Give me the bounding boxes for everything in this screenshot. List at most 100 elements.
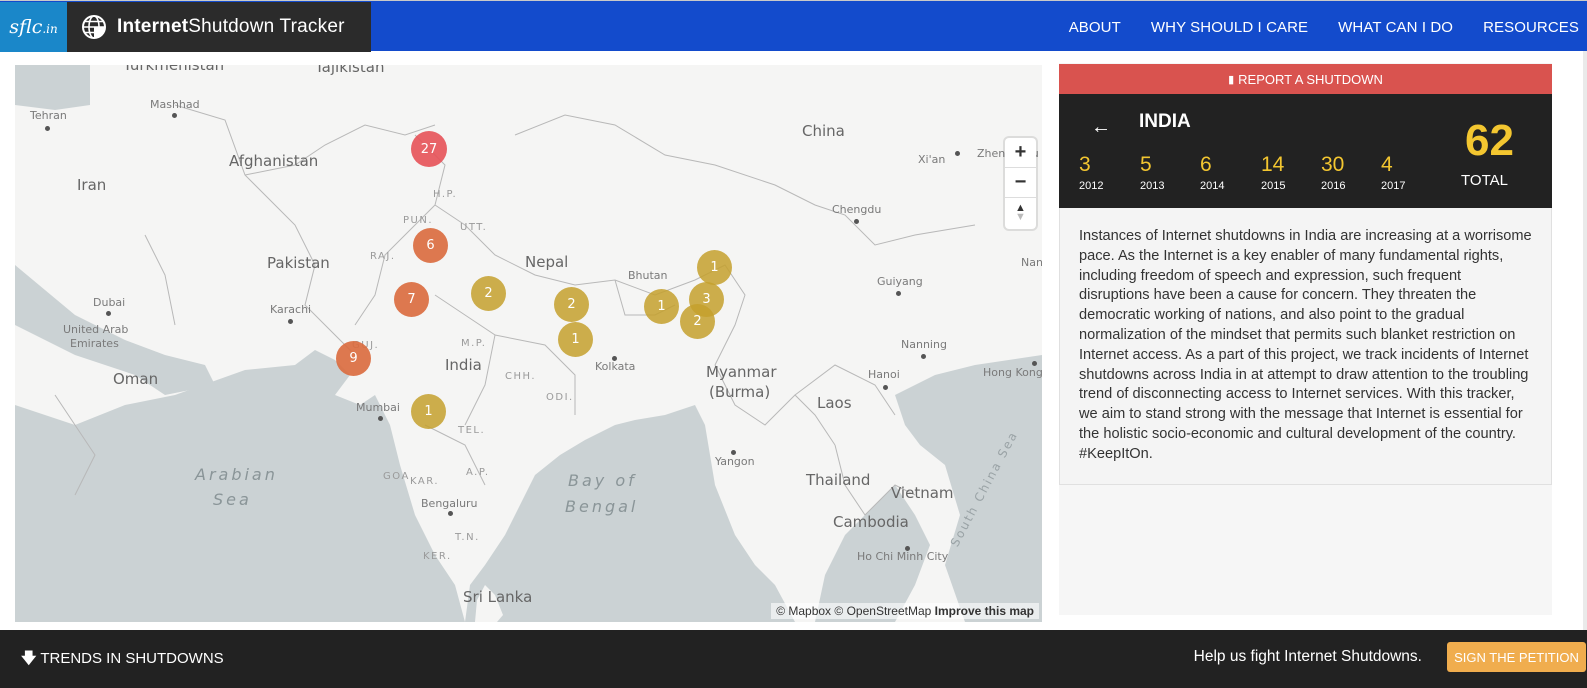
map-zoom-controls: + − ▲ ▼	[1005, 138, 1036, 229]
compass-south-icon: ▼	[1015, 211, 1026, 223]
country-name: INDIA	[1139, 111, 1191, 132]
label-guiyang: Guiyang	[877, 275, 923, 288]
label-india: India	[445, 356, 482, 374]
label-state-pun: PUN.	[403, 215, 434, 226]
label-sri-lanka: Sri Lanka	[463, 588, 533, 606]
sflc-logo[interactable]: sflc.in	[0, 2, 67, 52]
cluster-marker[interactable]: 1	[411, 394, 446, 429]
city-dot-dubai	[106, 311, 111, 316]
city-dot-yangon	[731, 450, 736, 455]
cluster-marker[interactable]: 7	[394, 282, 429, 317]
city-dot-nanning	[921, 354, 926, 359]
total-count: 62	[1465, 116, 1514, 165]
year-label: 2014	[1200, 180, 1225, 192]
label-state-odi: ODI.	[546, 392, 574, 403]
city-dot-karachi	[288, 319, 293, 324]
cluster-marker[interactable]: 2	[471, 276, 506, 311]
year-count: 6	[1200, 153, 1212, 176]
site-title: InternetShutdown Tracker	[117, 16, 345, 38]
page-scrollbar[interactable]	[1583, 51, 1587, 631]
help-text: Help us fight Internet Shutdowns.	[1193, 648, 1422, 665]
year-label: 2015	[1261, 180, 1286, 192]
label-bhutan: Bhutan	[628, 269, 668, 282]
label-cambodia: Cambodia	[833, 513, 909, 531]
back-arrow-icon[interactable]: ←	[1091, 116, 1111, 139]
label-mashhad: Mashhad	[150, 98, 200, 111]
year-stat: 5 2013	[1140, 153, 1164, 192]
nav-resources[interactable]: RESOURCES	[1483, 19, 1579, 36]
city-dot-guiyang	[896, 291, 901, 296]
label-bay-of-bengal-1: Bay of	[568, 471, 637, 490]
shutdown-map[interactable]: Turkmenistan Tajikistan Afghanistan Iran…	[15, 65, 1042, 622]
label-pakistan: Pakistan	[267, 254, 330, 272]
cluster-marker[interactable]: 9	[336, 341, 371, 376]
improve-map-link[interactable]: Improve this map	[935, 604, 1034, 618]
nav-what-can-i-do[interactable]: WHAT CAN I DO	[1338, 19, 1453, 36]
year-count: 4	[1381, 153, 1393, 176]
label-myanmar: Myanmar	[706, 363, 777, 381]
logo-text: sflc	[9, 16, 43, 38]
city-dot-ho-chi-minh	[905, 546, 910, 551]
report-shutdown-label: REPORT A SHUTDOWN	[1238, 71, 1383, 87]
city-dot-kolkata	[612, 356, 617, 361]
label-arabian-sea-2: Sea	[213, 490, 252, 509]
zoom-out-button[interactable]: −	[1005, 168, 1036, 198]
map-basemap	[15, 65, 1042, 622]
sign-petition-button[interactable]: SIGN THE PETITION	[1447, 642, 1586, 672]
trends-link[interactable]: 🡇 TRENDS IN SHUTDOWNS	[21, 648, 224, 673]
label-laos: Laos	[817, 394, 852, 412]
label-state-mp: M.P.	[461, 338, 487, 349]
zoom-in-button[interactable]: +	[1005, 138, 1036, 168]
osm-link[interactable]: © OpenStreetMap	[834, 604, 931, 618]
cluster-marker[interactable]: 1	[644, 289, 679, 324]
label-china: China	[802, 122, 845, 140]
label-afghanistan: Afghanistan	[229, 152, 319, 170]
cluster-marker[interactable]: 2	[680, 304, 715, 339]
label-karachi: Karachi	[270, 303, 312, 316]
year-label: 2012	[1079, 180, 1104, 192]
arabian-sea	[15, 350, 465, 622]
label-state-ker: KER.	[423, 551, 452, 562]
compass-reset-button[interactable]: ▲ ▼	[1005, 198, 1036, 228]
city-dot-hong-kong	[1032, 361, 1037, 366]
footer-bar: 🡇 TRENDS IN SHUTDOWNS Help us fight Inte…	[0, 630, 1587, 688]
city-dot-xian	[955, 151, 960, 156]
main-nav: ABOUT WHY SHOULD I CARE WHAT CAN I DO RE…	[1039, 2, 1579, 52]
label-state-tel: TEL.	[458, 425, 486, 436]
year-stat: 14 2015	[1261, 153, 1285, 192]
cluster-marker[interactable]: 6	[413, 228, 448, 263]
caspian-sea	[15, 65, 90, 110]
city-dot-tehran	[45, 126, 50, 131]
label-state-utt: UTT.	[460, 222, 488, 233]
label-bengaluru: Bengaluru	[421, 497, 478, 510]
label-burma: (Burma)	[709, 383, 771, 401]
label-nepal: Nepal	[525, 253, 569, 271]
label-ho-chi-minh-city: Ho Chi Minh City	[857, 550, 949, 563]
label-vietnam: Vietnam	[891, 484, 954, 502]
label-arabian-sea-1: Arabian	[195, 465, 278, 484]
cluster-marker[interactable]: 27	[411, 131, 447, 167]
megaphone-icon: ▮	[1228, 73, 1235, 86]
label-state-kar: KAR.	[410, 476, 439, 487]
cluster-marker[interactable]: 2	[554, 287, 589, 322]
label-state-goa: GOA	[383, 471, 410, 482]
year-label: 2016	[1321, 180, 1346, 192]
mapbox-link[interactable]: © Mapbox	[776, 604, 831, 618]
label-mumbai: Mumbai	[356, 401, 400, 414]
total-label: TOTAL	[1461, 172, 1508, 189]
label-state-chh: CHH.	[505, 371, 537, 382]
year-count: 14	[1261, 153, 1285, 176]
year-label: 2013	[1140, 180, 1165, 192]
site-brand[interactable]: InternetShutdown Tracker	[67, 2, 371, 52]
report-shutdown-button[interactable]: ▮ REPORT A SHUTDOWN	[1059, 64, 1552, 94]
nav-about[interactable]: ABOUT	[1069, 19, 1121, 36]
label-nanchang: Nanchang	[1021, 256, 1042, 269]
globe-icon	[82, 15, 106, 39]
label-chengdu: Chengdu	[832, 203, 882, 216]
year-stat: 3 2012	[1079, 153, 1103, 192]
cluster-marker[interactable]: 1	[697, 250, 732, 285]
year-count: 30	[1321, 153, 1345, 176]
cluster-marker[interactable]: 1	[558, 322, 593, 357]
nav-why-should-i-care[interactable]: WHY SHOULD I CARE	[1151, 19, 1308, 36]
label-yangon: Yangon	[715, 455, 755, 468]
